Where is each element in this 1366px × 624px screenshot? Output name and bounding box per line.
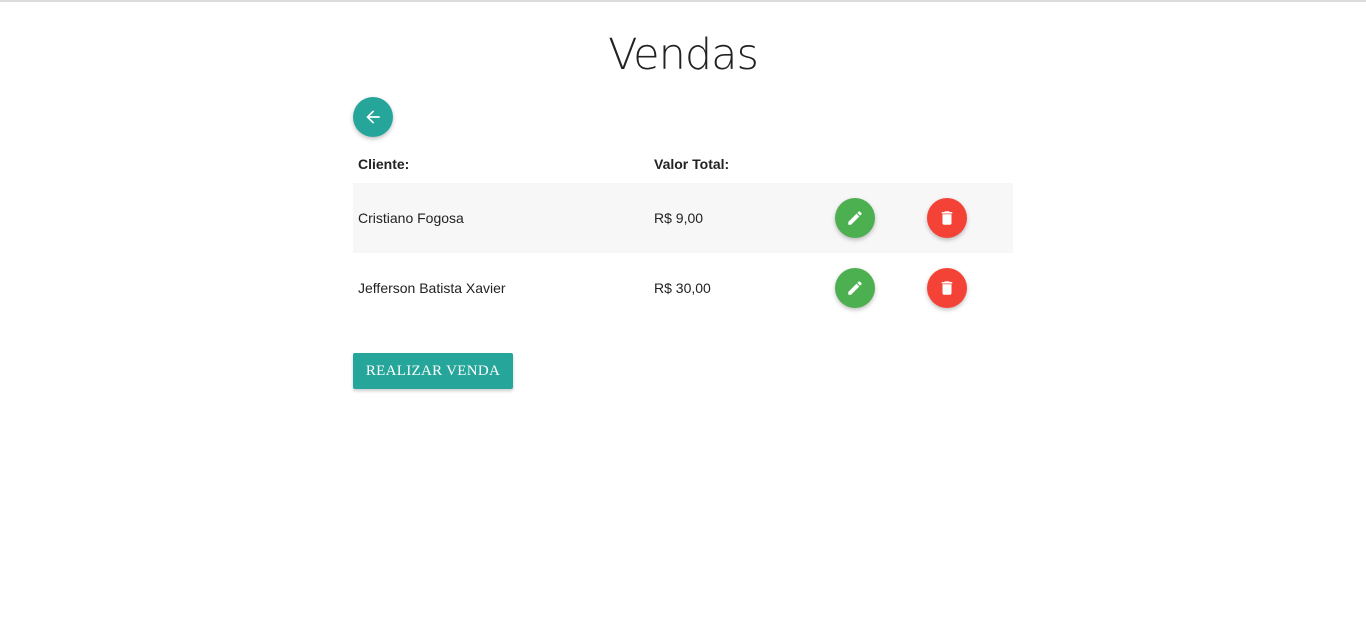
- table-row: Jefferson Batista Xavier R$ 30,00: [353, 253, 1013, 323]
- cell-client: Cristiano Fogosa: [358, 210, 464, 226]
- trash-icon: [938, 279, 956, 297]
- realizar-venda-button[interactable]: REALIZAR VENDA: [353, 353, 513, 389]
- delete-button[interactable]: [927, 268, 967, 308]
- arrow-left-icon: [363, 107, 383, 127]
- trash-icon: [938, 209, 956, 227]
- header-total: Valor Total:: [654, 156, 730, 172]
- cell-client: Jefferson Batista Xavier: [358, 280, 506, 296]
- top-border: [0, 0, 1366, 2]
- cell-total: R$ 9,00: [654, 210, 704, 226]
- table-header: Cliente: Valor Total:: [353, 145, 1013, 183]
- header-client: Cliente:: [358, 156, 410, 172]
- back-button[interactable]: [353, 97, 393, 137]
- cell-total: R$ 30,00: [654, 280, 711, 296]
- delete-button[interactable]: [927, 198, 967, 238]
- table-row: Cristiano Fogosa R$ 9,00: [353, 183, 1013, 253]
- edit-button[interactable]: [835, 268, 875, 308]
- pencil-icon: [846, 279, 864, 297]
- pencil-icon: [846, 209, 864, 227]
- sales-table: Cliente: Valor Total: Cristiano Fogosa R…: [353, 145, 1013, 323]
- page-title: Vendas: [608, 30, 759, 80]
- edit-button[interactable]: [835, 198, 875, 238]
